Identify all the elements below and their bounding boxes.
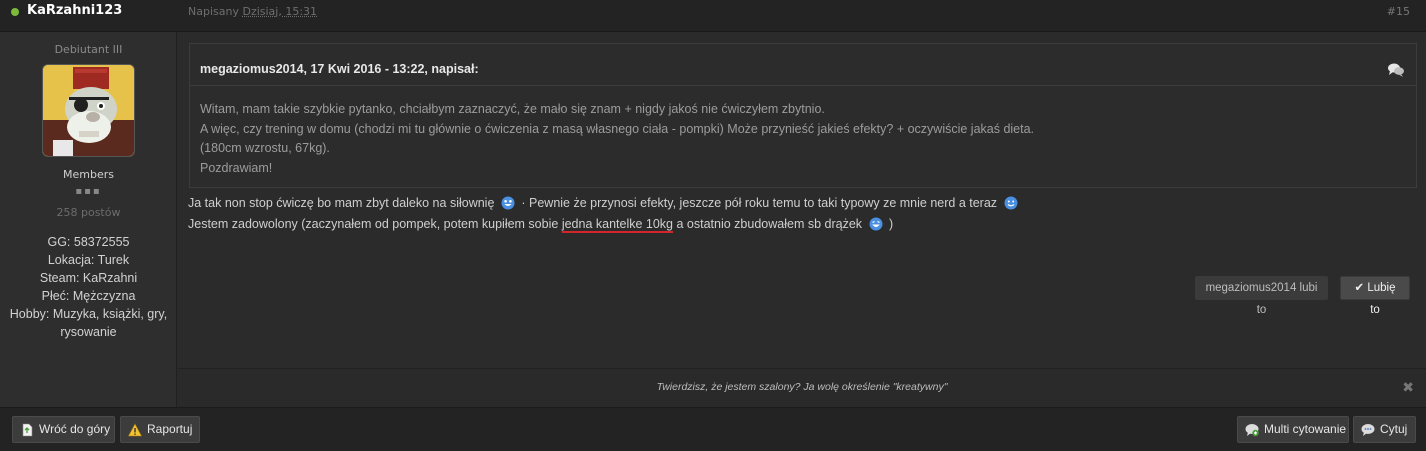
member-rank-title: Debiutant III xyxy=(54,43,123,56)
post-date: Napisany Dzisiaj, 15:31 xyxy=(188,5,317,18)
quote-line: A więc, czy trening w domu (chodzi mi tu… xyxy=(200,121,1035,136)
content-text: Ja tak non stop ćwiczę bo mam zbyt dalek… xyxy=(188,196,495,210)
quote-line: Witam, mam takie szybkie pytanko, chciał… xyxy=(200,102,825,116)
custom-profile-fields: GG: 58372555 Lokacja: Turek Steam: KaRza… xyxy=(4,233,173,341)
speech-bubbles-icon[interactable] xyxy=(1388,63,1404,77)
content-text: ) xyxy=(889,217,894,231)
back-to-top-button[interactable]: Wróć do góry xyxy=(12,416,115,443)
post-author-link[interactable]: KaRzahni123 xyxy=(27,3,122,18)
document-icon xyxy=(22,423,33,437)
online-status-icon xyxy=(11,8,19,16)
avatar-image xyxy=(43,65,134,156)
smiley-icon xyxy=(501,196,515,210)
quote-line: Pozdrawiam! xyxy=(200,160,273,175)
multiquote-icon xyxy=(1245,424,1259,437)
field-gg: GG: 58372555 xyxy=(47,235,130,249)
multiquote-button[interactable]: Multi cytowanie xyxy=(1237,416,1349,443)
field-location: Lokacja: Turek xyxy=(47,253,130,267)
content-line-1: Ja tak non stop ćwiczę bo mam zbyt dalek… xyxy=(188,193,1408,214)
post-number-link[interactable]: #15 xyxy=(1387,5,1410,18)
member-group: Members xyxy=(63,168,114,181)
speech-bubble-icon xyxy=(1361,424,1375,436)
content-text: a ostatnio zbudowałem sb drążek xyxy=(676,217,863,231)
signature: Twierdzisz, że jestem szalony? Ja wolę o… xyxy=(178,368,1426,407)
post-header: KaRzahni123 Napisany Dzisiaj, 15:31 #15 xyxy=(0,0,1426,32)
post-count: 258 postów xyxy=(56,206,121,219)
post-body: megaziomus2014, 17 Kwi 2016 - 13:22, nap… xyxy=(178,32,1426,368)
close-signature-icon[interactable]: ✖ xyxy=(1402,380,1414,396)
report-label: Raportuj xyxy=(147,422,193,436)
report-button[interactable]: Raportuj xyxy=(120,416,200,443)
underlined-text: jedna kantelke 10kg xyxy=(561,217,674,231)
quote-text: Witam, mam takie szybkie pytanko, chciał… xyxy=(200,100,1400,178)
quote-line: (180cm wzrostu, 67kg). xyxy=(200,141,330,155)
like-button[interactable]: ✔ Lubię to xyxy=(1340,276,1410,316)
warning-icon xyxy=(128,423,142,437)
smiley-icon xyxy=(1004,196,1018,210)
content-text: Jestem zadowolony (zaczynałem od pompek,… xyxy=(188,217,559,231)
post-date-prefix: Napisany xyxy=(188,5,239,18)
content-line-2: Jestem zadowolony (zaczynałem od pompek,… xyxy=(188,214,1408,235)
field-hobby: Hobby: Muzyka, książki, gry, rysowanie xyxy=(9,307,168,339)
post-footer: Wróć do góry Raportuj Multi cytowanie Cy… xyxy=(0,407,1426,451)
avatar[interactable] xyxy=(42,64,135,157)
likes-info[interactable]: megaziomus2014 lubi to xyxy=(1195,276,1328,316)
rank-pips: ▪▪▪ xyxy=(75,186,102,197)
quote-citation: megaziomus2014, 17 Kwi 2016 - 13:22, nap… xyxy=(200,62,479,76)
quote-block: megaziomus2014, 17 Kwi 2016 - 13:22, nap… xyxy=(189,43,1417,188)
back-to-top-label: Wróć do góry xyxy=(39,422,111,436)
laughing-smiley-icon xyxy=(869,217,883,231)
quote-header: megaziomus2014, 17 Kwi 2016 - 13:22, nap… xyxy=(190,44,1416,86)
post-content: Ja tak non stop ćwiczę bo mam zbyt dalek… xyxy=(188,193,1408,235)
signature-text: Twierdzisz, że jestem szalony? Ja wolę o… xyxy=(656,381,948,393)
field-gender: Płeć: Mężczyzna xyxy=(41,289,136,303)
author-info-panel: Debiutant III Members ▪▪▪ 258 postów GG:… xyxy=(0,32,177,407)
content-text: · Pewnie że przynosi efekty, jeszcze pół… xyxy=(521,196,998,210)
multiquote-label: Multi cytowanie xyxy=(1264,422,1347,436)
quote-label: Cytuj xyxy=(1380,422,1408,436)
field-steam: Steam: KaRzahni xyxy=(39,271,138,285)
post-date-value: Dzisiaj, 15:31 xyxy=(242,5,318,18)
quote-button[interactable]: Cytuj xyxy=(1353,416,1416,443)
